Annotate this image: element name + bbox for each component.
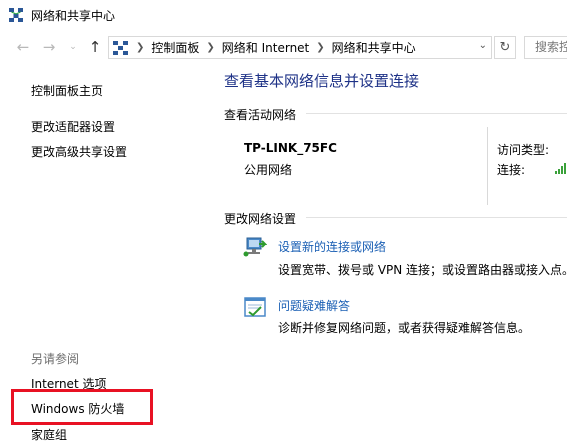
page-title: 查看基本网络信息并设置连接: [224, 72, 420, 90]
network-app-icon: [9, 8, 23, 22]
chevron-right-icon: ❯: [136, 42, 145, 53]
address-dropdown-icon[interactable]: ⌄: [479, 40, 487, 51]
search-input[interactable]: 搜索控制面板: [524, 36, 567, 59]
connection-label: 连接:: [497, 163, 526, 177]
firewall-highlight-box: [11, 389, 153, 425]
active-networks-heading: 查看活动网络: [224, 108, 297, 122]
see-also-homegroup[interactable]: 家庭组: [31, 426, 67, 442]
new-connection-icon: [243, 237, 267, 257]
breadcrumb-control-panel[interactable]: 控制面板: [151, 39, 199, 56]
back-button[interactable]: ←: [14, 37, 32, 57]
sidebar-item-adapter-settings[interactable]: 更改适配器设置: [31, 118, 115, 135]
access-type-label: 访问类型:: [497, 143, 550, 157]
refresh-button[interactable]: ↻: [494, 36, 516, 59]
chevron-right-icon: ❯: [206, 42, 215, 53]
address-bar[interactable]: ❯ 控制面板 ❯ 网络和 Internet ❯ 网络和共享中心 ⌄: [108, 36, 492, 59]
section-divider: [306, 113, 567, 114]
up-button[interactable]: ↑: [86, 37, 104, 57]
network-type-link[interactable]: 公用网络: [244, 161, 292, 178]
sidebar-item-advanced-sharing[interactable]: 更改高级共享设置: [31, 143, 127, 160]
section-divider: [306, 217, 567, 218]
network-name: TP-LINK_75FC: [244, 141, 337, 155]
breadcrumb-network-internet[interactable]: 网络和 Internet: [222, 39, 309, 56]
chevron-right-icon: ❯: [316, 42, 325, 53]
forward-button[interactable]: →: [40, 37, 58, 57]
arrow-up-icon: ↑: [88, 38, 102, 56]
title-bar: 网络和共享中心: [0, 0, 567, 31]
troubleshoot-description: 诊断并修复网络问题，或者获得疑难解答信息。: [278, 321, 531, 335]
breadcrumb-network-sharing-center[interactable]: 网络和共享中心: [332, 39, 416, 56]
window-title: 网络和共享中心: [31, 9, 116, 23]
arrow-left-icon: ←: [16, 38, 30, 56]
setup-connection-description: 设置宽带、拨号或 VPN 连接；或设置路由器或接入点。: [278, 263, 567, 277]
wifi-signal-icon: [555, 163, 566, 174]
troubleshoot-link[interactable]: 问题疑难解答: [278, 297, 350, 314]
troubleshoot-icon: [244, 297, 266, 317]
navigation-bar: ← → ⌄ ↑ ❯ 控制面板 ❯ 网络和 Internet ❯ 网络和共享中心 …: [0, 31, 567, 64]
sidebar-control-panel-home[interactable]: 控制面板主页: [31, 82, 103, 99]
see-also-heading: 另请参阅: [31, 352, 80, 366]
change-settings-heading: 更改网络设置: [224, 212, 297, 226]
refresh-icon: ↻: [499, 40, 511, 55]
control-panel-icon: [113, 40, 128, 55]
setup-connection-link[interactable]: 设置新的连接或网络: [278, 238, 386, 255]
recent-locations-button[interactable]: ⌄: [64, 37, 82, 57]
vertical-divider: [487, 127, 488, 205]
arrow-right-icon: →: [42, 38, 56, 56]
chevron-down-icon: ⌄: [69, 42, 77, 52]
